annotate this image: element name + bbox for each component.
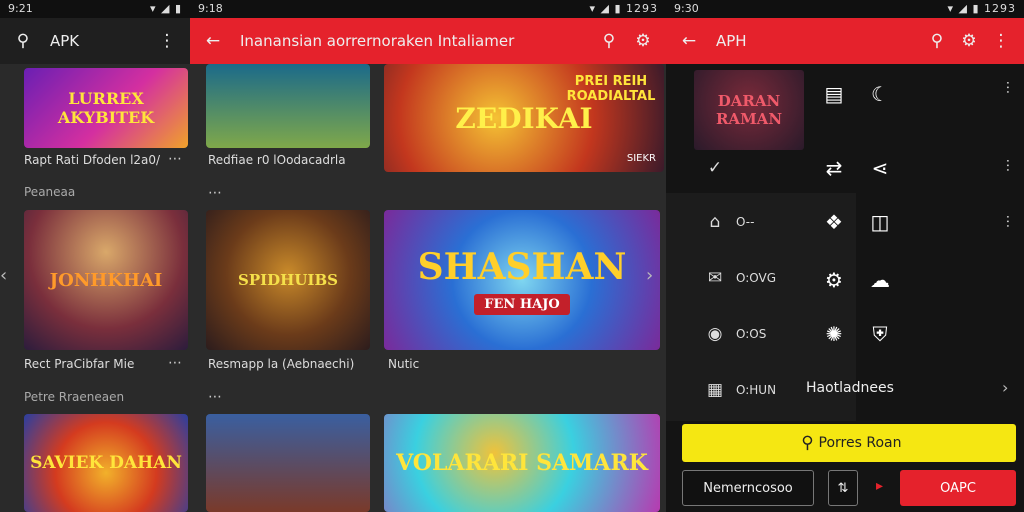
more-icon[interactable]: ⋯ (208, 389, 223, 405)
section-title: Petre Rraeneaen (24, 390, 125, 404)
game-tile-hero[interactable]: ZEDIKAI PREI REIH ROADIALTAL SIEKR (384, 64, 664, 172)
drawer-item[interactable]: ▦ O:HUN (704, 380, 776, 400)
search-icon[interactable]: ⚲ (926, 31, 948, 51)
more-icon[interactable]: ⋯ (208, 185, 223, 201)
secondary-button[interactable]: Nemerncosoo (682, 470, 814, 506)
document-icon[interactable]: ▤ (820, 82, 848, 106)
drawer-item[interactable]: ✓ (704, 158, 736, 178)
status-icons: ▾ ◢ ▮ 1293 (589, 2, 658, 15)
app-bar: ⚲ APK ⋮ (0, 18, 190, 64)
more-icon[interactable]: ⋯ (168, 151, 183, 167)
game-art: LURREX AKYBITEK (24, 68, 188, 148)
cloud-icon[interactable]: ☁ (866, 268, 894, 292)
search-icon[interactable]: ⚲ (12, 31, 34, 51)
game-tile[interactable]: JONHKHAI (24, 210, 188, 350)
shuffle-icon[interactable]: ⇄ (820, 156, 848, 180)
calendar-icon: ▦ (706, 380, 724, 400)
status-icons: ▾ ◢ ▮ (149, 2, 182, 15)
status-bar: 9:21 ▾ ◢ ▮ (0, 0, 190, 18)
moon-icon[interactable]: ☾ (866, 82, 894, 106)
game-tile[interactable]: SPIDHUIBS (206, 210, 370, 350)
status-bar: 9:30 ▾ ◢ ▮ 1293 (666, 0, 1024, 18)
filter-icon[interactable]: ⇅ (828, 470, 858, 506)
app-bar: ← APH ⚲ ⚙ ⋮ (666, 18, 1024, 64)
status-time: 9:18 (198, 2, 223, 15)
drawer-item-label: O:OS (736, 327, 767, 341)
mail-icon: ✉ (707, 268, 723, 288)
shield-icon[interactable]: ⛨ (866, 322, 894, 346)
more-icon[interactable]: ⋯ (1000, 159, 1016, 174)
more-icon[interactable]: ⋯ (168, 355, 183, 371)
middle-panel: 9:18 ▾ ◢ ▮ 1293 ← Inanansian aorrernorak… (190, 0, 666, 512)
settings-icon[interactable]: ⚙ (632, 31, 654, 51)
status-time: 9:21 (8, 2, 33, 15)
game-art (206, 64, 370, 148)
game-tile[interactable]: LURREX AKYBITEK (24, 68, 188, 148)
app-title: Inanansian aorrernoraken Intaliamer (240, 32, 515, 50)
game-tile[interactable]: VOLARARI SAMARK (384, 414, 660, 512)
menu-item-label[interactable]: Haotladnees (806, 380, 894, 396)
game-tile[interactable] (206, 64, 370, 148)
chevron-right-icon[interactable]: › (1002, 378, 1008, 397)
overflow-menu-icon[interactable]: ⋮ (990, 31, 1012, 51)
game-art: SAVIEK DAHAN (24, 414, 188, 512)
tile-caption: Resmapp la (Aebnaechi) (208, 357, 355, 371)
drawer-item-label: O-- (736, 215, 755, 229)
settings-icon[interactable]: ⚙ (958, 31, 980, 51)
game-tile[interactable]: SAVIEK DAHAN (24, 414, 188, 512)
game-tile[interactable]: SHASHAN FEN HAJO (384, 210, 660, 350)
tile-caption: Rapt Rati Dfoden l2a0/ (24, 153, 161, 167)
search-button-label: Porres Roan (818, 435, 902, 451)
check-icon: ✓ (707, 158, 723, 178)
primary-button[interactable]: OAPC (900, 470, 1016, 506)
home-icon: ⌂ (709, 212, 721, 232)
drawer-item[interactable]: ◉ O:OS (704, 324, 767, 344)
drawer-item-label: O:OVG (736, 271, 777, 285)
hero-badge: SIEKR (626, 153, 656, 164)
back-arrow-icon[interactable]: ← (678, 31, 700, 51)
app-bar: ← Inanansian aorrernoraken Intaliamer ⚲ … (190, 18, 666, 64)
tile-caption: Rect PraCibfar Mie (24, 357, 135, 371)
game-art: VOLARARI SAMARK (384, 414, 660, 512)
game-art: SHASHAN FEN HAJO (384, 210, 660, 350)
overflow-menu-icon[interactable]: ⋮ (156, 31, 178, 51)
gear-icon[interactable]: ✺ (820, 322, 848, 346)
hero-art[interactable]: DARAN RAMAN (694, 70, 804, 150)
drawer-item[interactable]: ✉ O:OVG (704, 268, 776, 288)
section-title: Peaneaa (24, 185, 76, 199)
chevron-left-icon[interactable]: ‹ (0, 265, 7, 286)
status-time: 9:30 (674, 2, 699, 15)
game-title: SHASHAN (417, 245, 627, 288)
book-icon[interactable]: ◫ (866, 210, 894, 234)
tile-caption: Redfiae r0 lOodacadrla (208, 153, 346, 167)
play-icon[interactable]: ▸ (876, 478, 883, 494)
back-arrow-icon[interactable]: ← (202, 31, 224, 51)
search-icon[interactable]: ⚲ (598, 31, 620, 51)
share-icon[interactable]: ⋖ (866, 156, 894, 180)
drawer-item[interactable]: ⌂ O-- (704, 212, 755, 232)
gear-icon[interactable]: ⚙ (820, 268, 848, 292)
game-art (206, 414, 370, 512)
left-panel: 9:21 ▾ ◢ ▮ ⚲ APK ⋮ LURREX AKYBITEK Rapt … (0, 0, 190, 512)
record-icon: ◉ (707, 324, 723, 344)
more-icon[interactable]: ⋯ (1000, 81, 1016, 96)
game-subtitle: FEN HAJO (474, 293, 570, 315)
game-art: JONHKHAI (24, 210, 188, 350)
status-icons: ▾ ◢ ▮ 1293 (947, 2, 1016, 15)
status-bar: 9:18 ▾ ◢ ▮ 1293 (190, 0, 666, 18)
game-art: SPIDHUIBS (206, 210, 370, 350)
chevron-right-icon[interactable]: › (646, 265, 653, 286)
tile-caption: Nutic (388, 357, 420, 371)
app-title: APK (50, 32, 80, 50)
hero-subtitle: PREI REIH ROADIALTAL (566, 74, 656, 104)
search-icon: ⚲ (801, 433, 814, 453)
drawer-item-label: O:HUN (736, 383, 777, 397)
puzzle-icon[interactable]: ❖ (820, 210, 848, 234)
search-button[interactable]: ⚲ Porres Roan (682, 424, 1016, 462)
app-title: APH (716, 32, 747, 50)
game-tile[interactable] (206, 414, 370, 512)
more-icon[interactable]: ⋯ (1000, 215, 1016, 230)
